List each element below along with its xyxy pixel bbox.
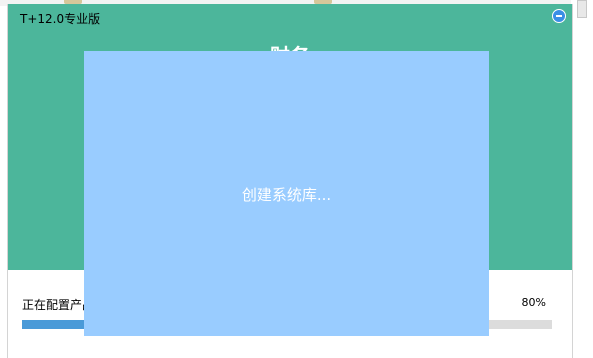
minimize-icon[interactable] — [552, 9, 566, 23]
scrollbar-thumb[interactable] — [577, 0, 587, 18]
progress-percent-text: 80% — [521, 296, 546, 309]
overlay-message: 创建系统库... — [241, 186, 332, 204]
creating-database-dialog: 创建系统库... — [84, 51, 489, 336]
desktop-right-edge — [571, 0, 593, 358]
app-title: T+12.0专业版 — [20, 12, 101, 26]
